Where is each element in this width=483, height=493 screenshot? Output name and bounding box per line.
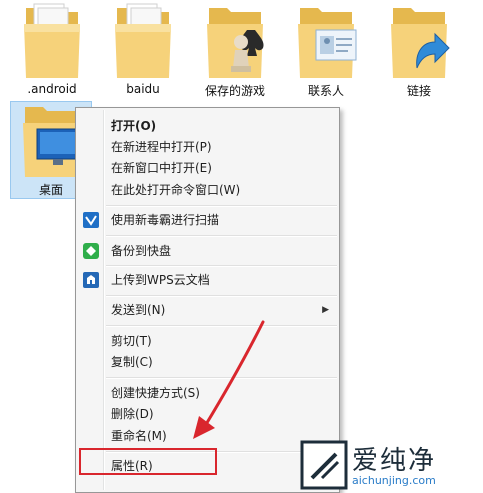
watermark-logo-icon <box>300 440 348 490</box>
menu-separator <box>106 295 337 297</box>
menu-item-open-new-window[interactable]: 在新窗口中打开(E) <box>78 158 337 178</box>
kuaipan-icon <box>83 243 99 259</box>
menu-item-open[interactable]: 打开(O) <box>78 116 337 136</box>
folder-android[interactable]: .android <box>12 2 92 96</box>
saved-games-folder-icon <box>207 8 264 78</box>
folder-baidu[interactable]: baidu <box>103 2 183 96</box>
antivirus-icon <box>83 212 99 228</box>
links-folder-icon <box>391 8 450 78</box>
menu-item-upload-wps[interactable]: 上传到WPS云文档 <box>78 270 337 290</box>
folder-contacts[interactable]: 联系人 <box>286 2 366 99</box>
menu-item-label: 使用新毒霸进行扫描 <box>111 213 220 227</box>
documents-folder-icon <box>24 3 80 78</box>
folder-label: 保存的游戏 <box>204 84 265 98</box>
wps-cloud-icon <box>83 272 99 288</box>
watermark: 爱纯净 aichunjing.com <box>300 438 483 493</box>
folder-label: .android <box>27 82 77 96</box>
menu-item-open-cmd-here[interactable]: 在此处打开命令窗口(W) <box>78 180 337 200</box>
contacts-folder-icon <box>298 8 357 78</box>
properties-highlight-box <box>79 448 217 475</box>
folder-label: baidu <box>126 82 160 96</box>
menu-separator <box>106 235 337 237</box>
folder-label: 链接 <box>406 84 431 98</box>
watermark-url: aichunjing.com <box>352 474 436 487</box>
documents-folder-icon <box>115 3 171 78</box>
watermark-brand: 爱纯净 <box>352 446 437 476</box>
menu-item-open-new-process[interactable]: 在新进程中打开(P) <box>78 137 337 157</box>
menu-separator <box>106 265 337 267</box>
menu-item-label: 备份到快盘 <box>111 244 172 258</box>
menu-item-scan-virus[interactable]: 使用新毒霸进行扫描 <box>78 210 337 230</box>
menu-item-send-to[interactable]: 发送到(N) ▶ <box>78 300 337 320</box>
menu-separator <box>106 205 337 207</box>
menu-item-label: 发送到(N) <box>111 303 166 317</box>
annotation-arrow-icon <box>193 320 265 439</box>
menu-item-label: 上传到WPS云文档 <box>111 273 210 287</box>
folder-saved-games[interactable]: 保存的游戏 <box>195 2 275 99</box>
desktop-folder-icon <box>23 107 80 177</box>
folder-label: 联系人 <box>307 84 344 98</box>
menu-item-backup-kuaipan[interactable]: 备份到快盘 <box>78 241 337 261</box>
submenu-arrow-icon: ▶ <box>322 305 329 315</box>
folder-links[interactable]: 链接 <box>379 2 459 99</box>
